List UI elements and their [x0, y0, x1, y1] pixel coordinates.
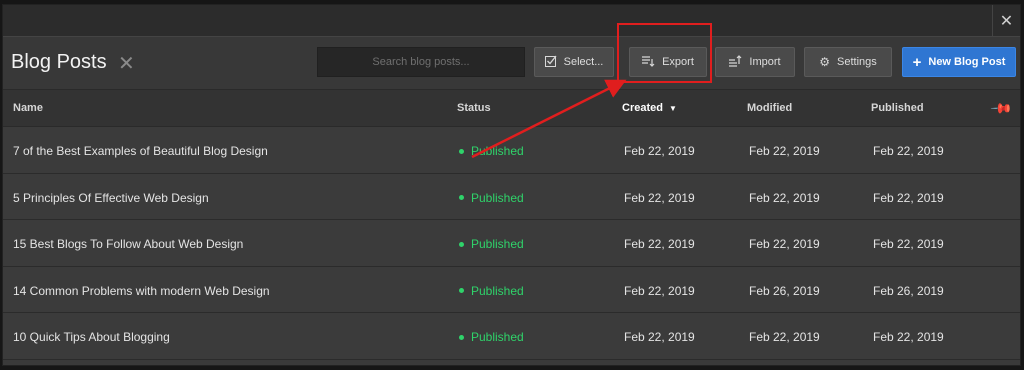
- modified-date: Feb 26, 2019: [749, 283, 820, 298]
- close-panel-icon[interactable]: ✕: [118, 51, 135, 76]
- checkbox-icon: [544, 55, 557, 70]
- import-label: Import: [749, 56, 781, 68]
- export-icon: [642, 55, 655, 70]
- pin-icon[interactable]: 📌: [989, 96, 1014, 120]
- table-row[interactable]: 14 Common Problems with modern Web Desig…: [3, 266, 1020, 314]
- table-header: Name Status Created ▼ Modified Published …: [3, 89, 1020, 127]
- status-label: Published: [471, 283, 524, 298]
- select-label: Select...: [563, 56, 604, 68]
- column-header-status[interactable]: Status: [457, 102, 491, 114]
- published-date: Feb 22, 2019: [873, 190, 944, 205]
- status-badge: Published: [459, 237, 524, 251]
- post-name: 7 of the Best Examples of Beautiful Blog…: [13, 144, 268, 158]
- app-frame: ✕ Blog Posts ✕ Select... Export: [0, 0, 1024, 370]
- new-blog-post-label: New Blog Post: [928, 56, 1006, 68]
- status-label: Published: [471, 330, 524, 345]
- plus-icon: +: [912, 53, 922, 71]
- select-button[interactable]: Select...: [534, 47, 614, 77]
- published-date: Feb 22, 2019: [873, 330, 944, 345]
- settings-label: Settings: [837, 56, 877, 68]
- status-label: Published: [471, 237, 524, 252]
- export-label: Export: [662, 56, 694, 68]
- page-title: Blog Posts: [11, 51, 107, 73]
- status-badge: Published: [459, 144, 524, 158]
- close-window-button[interactable]: ✕: [992, 5, 1020, 37]
- search-input[interactable]: [317, 47, 525, 77]
- panel-header: Blog Posts ✕ Select... Export Import: [3, 37, 1020, 89]
- column-header-created[interactable]: Created ▼: [622, 102, 677, 114]
- status-dot-icon: [459, 241, 464, 247]
- gear-icon: ⚙: [819, 55, 830, 69]
- status-badge: Published: [459, 191, 524, 205]
- post-name: 10 Quick Tips About Blogging: [13, 330, 170, 345]
- status-dot-icon: [459, 288, 464, 294]
- settings-button[interactable]: ⚙ Settings: [804, 47, 892, 77]
- created-date: Feb 22, 2019: [624, 283, 695, 298]
- post-name: 14 Common Problems with modern Web Desig…: [13, 283, 270, 298]
- column-header-created-label: Created: [622, 102, 663, 114]
- column-header-published[interactable]: Published: [871, 102, 924, 114]
- blog-post-list: 7 of the Best Examples of Beautiful Blog…: [3, 127, 1020, 360]
- export-button[interactable]: Export: [629, 47, 707, 77]
- created-date: Feb 22, 2019: [624, 330, 695, 345]
- modified-date: Feb 22, 2019: [749, 190, 820, 205]
- sort-desc-icon: ▼: [668, 104, 677, 113]
- new-blog-post-button[interactable]: + New Blog Post: [902, 47, 1016, 77]
- close-icon: ✕: [999, 13, 1014, 30]
- import-button[interactable]: Import: [715, 47, 795, 77]
- table-row[interactable]: 15 Best Blogs To Follow About Web Design…: [3, 220, 1020, 267]
- modified-date: Feb 22, 2019: [749, 237, 820, 252]
- table-row[interactable]: 7 of the Best Examples of Beautiful Blog…: [3, 127, 1020, 174]
- created-date: Feb 22, 2019: [624, 144, 695, 158]
- created-date: Feb 22, 2019: [624, 237, 695, 252]
- column-header-name[interactable]: Name: [13, 102, 43, 114]
- status-label: Published: [471, 190, 524, 205]
- window-topbar: ✕: [3, 5, 1020, 37]
- post-name: 5 Principles Of Effective Web Design: [13, 190, 209, 205]
- column-header-modified[interactable]: Modified: [747, 102, 792, 114]
- status-badge: Published: [459, 284, 524, 298]
- status-dot-icon: [459, 148, 464, 154]
- created-date: Feb 22, 2019: [624, 190, 695, 205]
- status-badge: Published: [459, 330, 524, 344]
- modified-date: Feb 22, 2019: [749, 144, 820, 158]
- modified-date: Feb 22, 2019: [749, 330, 820, 345]
- import-icon: [729, 54, 742, 70]
- published-date: Feb 22, 2019: [873, 237, 944, 252]
- status-dot-icon: [459, 195, 464, 201]
- status-dot-icon: [459, 334, 464, 340]
- table-row[interactable]: 5 Principles Of Effective Web Design Pub…: [3, 173, 1020, 221]
- table-row[interactable]: 10 Quick Tips About Blogging Published F…: [3, 313, 1020, 360]
- status-label: Published: [471, 144, 524, 158]
- post-name: 15 Best Blogs To Follow About Web Design: [13, 237, 244, 252]
- published-date: Feb 26, 2019: [873, 283, 944, 298]
- blog-posts-window: ✕ Blog Posts ✕ Select... Export: [2, 4, 1021, 366]
- published-date: Feb 22, 2019: [873, 144, 944, 158]
